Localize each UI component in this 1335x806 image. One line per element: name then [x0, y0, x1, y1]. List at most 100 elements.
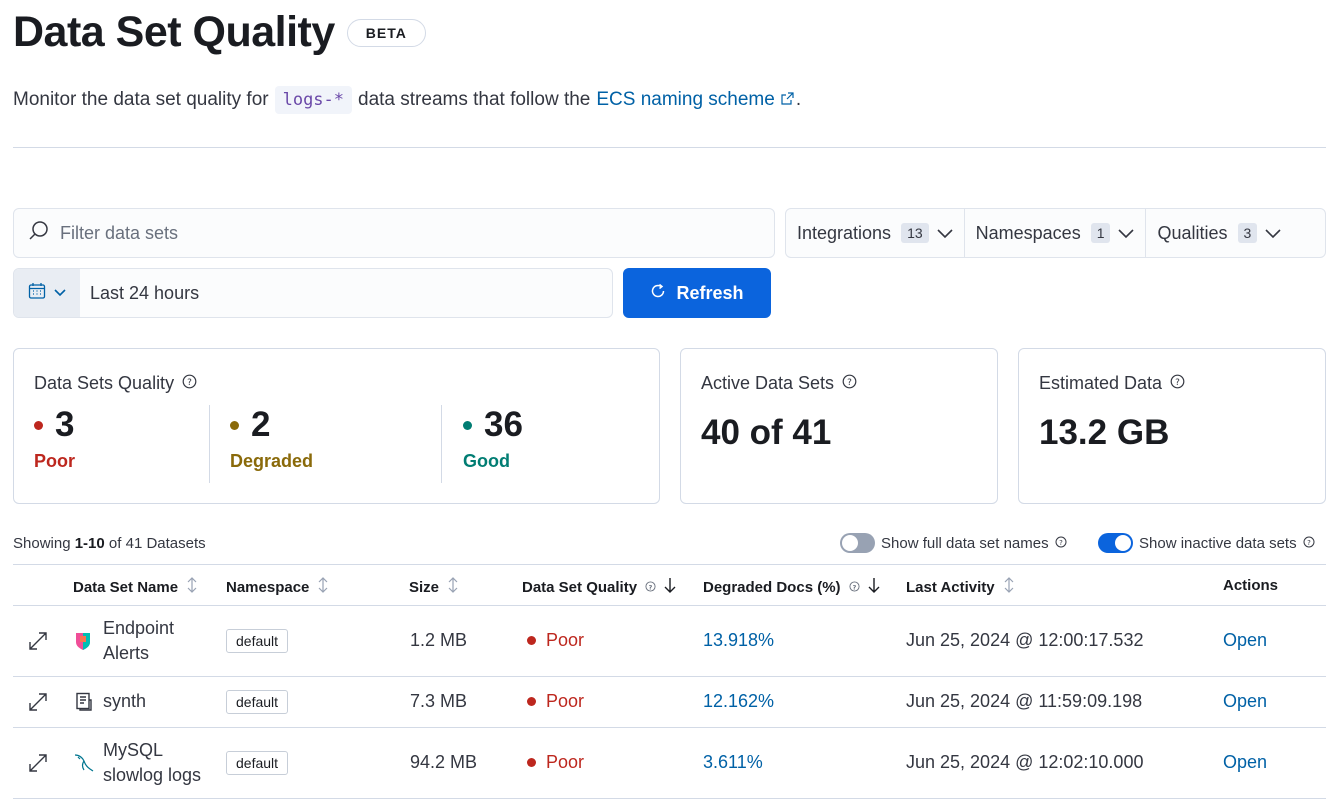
degraded-stat: 2 Degraded [230, 405, 313, 485]
active-card-title-text: Active Data Sets [701, 373, 835, 393]
namespaces-label: Namespaces [975, 222, 1081, 243]
column-header-degraded-docs[interactable]: Degraded Docs (%) ? [703, 577, 880, 597]
sort-icon [317, 577, 329, 597]
column-header-name[interactable]: Data Set Name [73, 577, 198, 597]
info-icon[interactable]: ? [1170, 373, 1185, 394]
quality-card-title: Data Sets Quality ? [34, 373, 197, 394]
size-value: 7.3 MB [410, 691, 468, 711]
integrations-label: Integrations [797, 222, 892, 243]
estimated-card-title: Estimated Data ? [1039, 373, 1185, 394]
svg-text:?: ? [187, 378, 192, 388]
column-label: Size [409, 578, 440, 596]
expand-icon[interactable] [27, 630, 49, 652]
expand-icon[interactable] [27, 691, 49, 713]
column-header-size[interactable]: Size [409, 577, 459, 597]
logs-pattern-code: logs-* [274, 86, 353, 114]
data-set-name: Endpoint Alerts [103, 616, 174, 666]
last-activity-value: Jun 25, 2024 @ 12:00:17.532 [906, 630, 1144, 650]
column-label: Actions [1223, 577, 1279, 594]
namespace-badge: default [226, 629, 289, 653]
info-icon[interactable]: ? [182, 373, 197, 394]
size-value: 1.2 MB [410, 630, 468, 650]
open-link[interactable]: Open [1223, 752, 1267, 773]
column-header-last-activity[interactable]: Last Activity [906, 577, 1015, 597]
column-label: Data Set Quality [522, 578, 638, 596]
page-description: Monitor the data set quality for logs-* … [13, 86, 801, 114]
quick-select-button[interactable] [14, 269, 80, 317]
external-link-icon [781, 89, 794, 111]
data-set-name: synth [103, 691, 147, 711]
beta-badge: BETA [346, 19, 426, 47]
filter-button-group: Integrations 13 Namespaces 1 Qualities 3 [785, 208, 1326, 258]
table-header: Data Set Name Namespace Size Data Set Qu… [13, 564, 1326, 606]
info-icon[interactable]: ? [1055, 535, 1067, 552]
column-label: Data Set Name [73, 578, 179, 596]
namespaces-filter[interactable]: Namespaces 1 [965, 209, 1147, 257]
open-link[interactable]: Open [1223, 691, 1267, 712]
integrations-filter[interactable]: Integrations 13 [786, 209, 965, 257]
data-sets-table: Data Set Name Namespace Size Data Set Qu… [13, 564, 1326, 799]
info-icon[interactable]: ? [842, 373, 857, 394]
degraded-docs-value[interactable]: 3.611% [703, 752, 763, 773]
column-label: Degraded Docs (%) [703, 578, 841, 596]
good-count: 36 [484, 405, 523, 444]
svg-text:?: ? [1059, 539, 1063, 547]
namespace-badge: default [226, 690, 289, 714]
search-input[interactable] [60, 222, 740, 244]
page-title: Data Set Quality [13, 8, 335, 56]
filter-data-sets-search[interactable] [13, 208, 775, 258]
ecs-naming-link[interactable]: ECS naming scheme [596, 89, 795, 111]
full-names-toggle-row: Show full data set names ? [840, 533, 1067, 553]
switch-knob [842, 535, 858, 551]
degraded-label: Degraded [230, 451, 314, 471]
good-dot [463, 420, 472, 430]
svg-text:?: ? [649, 583, 653, 591]
column-label: Namespace [226, 578, 310, 596]
inactive-label: Show inactive data sets [1139, 534, 1297, 552]
chevron-down-icon [1118, 223, 1135, 244]
svg-text:?: ? [852, 583, 856, 591]
qualities-filter[interactable]: Qualities 3 [1146, 209, 1292, 257]
quality-text: Poor [546, 691, 585, 711]
quality-text: Poor [546, 752, 585, 772]
refresh-icon [650, 283, 666, 304]
expand-icon[interactable] [27, 752, 49, 774]
sort-icon [447, 577, 459, 597]
info-icon: ? [645, 579, 656, 596]
good-stat: 36 Good [463, 405, 523, 485]
active-card-title: Active Data Sets ? [701, 373, 857, 394]
sort-descending-icon [664, 577, 676, 597]
column-header-quality[interactable]: Data Set Quality ? [522, 577, 676, 597]
degraded-docs-value[interactable]: 12.162% [703, 691, 774, 712]
sort-icon [1003, 577, 1015, 597]
showing-prefix: Showing [13, 535, 71, 552]
document-icon [74, 692, 94, 712]
page-header: Data Set Quality BETA [13, 4, 426, 60]
quality-card-title-text: Data Sets Quality [34, 373, 175, 393]
name-line: Endpoint [103, 618, 175, 638]
refresh-button[interactable]: Refresh [623, 268, 771, 318]
active-data-sets-card: Active Data Sets ? 40 of 41 [680, 348, 998, 504]
mysql-dolphin-icon [73, 752, 95, 774]
endpoint-security-icon [75, 631, 91, 651]
showing-count: Showing 1-10 of 41 Datasets [13, 535, 206, 552]
time-range-display[interactable]: Last 24 hours [90, 283, 199, 304]
quality-text: Poor [546, 630, 585, 650]
chevron-down-icon [937, 223, 953, 244]
namespace-badge-text: default [226, 690, 289, 714]
inactive-switch[interactable] [1098, 533, 1133, 553]
showing-range: 1-10 [74, 535, 105, 552]
info-icon[interactable]: ? [1303, 535, 1315, 552]
quality-indicator: Poor [527, 691, 584, 712]
full-names-switch[interactable] [840, 533, 875, 553]
table-row: Endpoint Alerts default 1.2 MB Poor 13.9… [13, 606, 1326, 677]
poor-dot [34, 420, 43, 430]
name-line: Alerts [103, 643, 150, 663]
column-header-namespace[interactable]: Namespace [226, 577, 329, 597]
header-divider [13, 147, 1326, 148]
refresh-label: Refresh [676, 282, 744, 303]
active-data-sets-value: 40 of 41 [701, 413, 832, 452]
description-suffix: . [795, 89, 802, 110]
degraded-docs-value[interactable]: 13.918% [703, 630, 774, 651]
open-link[interactable]: Open [1223, 630, 1267, 651]
